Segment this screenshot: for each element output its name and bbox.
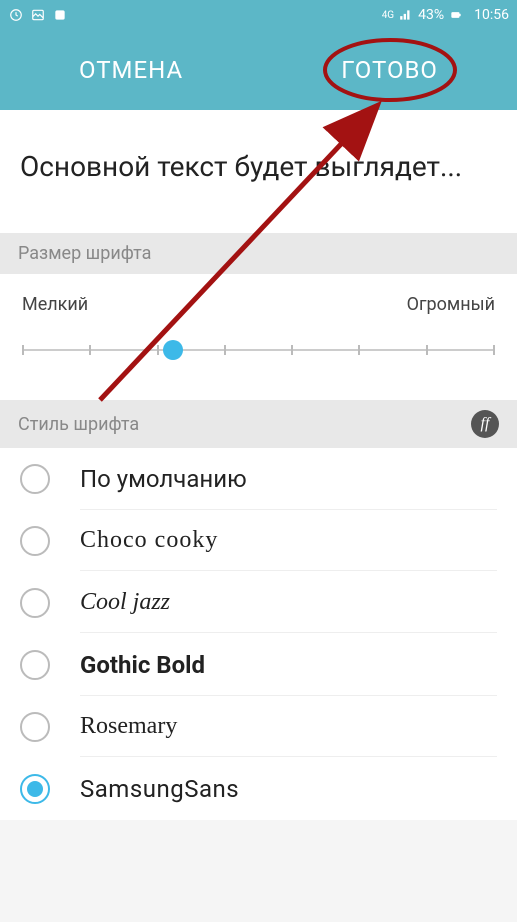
font-option[interactable]: SamsungSans xyxy=(0,758,517,820)
radio-icon xyxy=(20,464,50,494)
slider-min-label: Мелкий xyxy=(22,294,88,315)
slider-thumb[interactable] xyxy=(163,340,183,360)
font-option-label: SamsungSans xyxy=(80,775,497,819)
font-size-title: Размер шрифта xyxy=(18,243,151,264)
font-option[interactable]: Gothic Bold xyxy=(0,634,517,696)
clock-time: 10:56 xyxy=(474,7,509,23)
clock-icon xyxy=(8,7,24,23)
font-option-label: Rosemary xyxy=(80,713,497,757)
network-type-label: 4G xyxy=(382,10,394,21)
font-option[interactable]: Cool jazz xyxy=(0,572,517,634)
battery-text: 43% xyxy=(418,7,444,23)
radio-icon xyxy=(20,774,50,804)
font-list: По умолчанию Choco cooky Cool jazz Gothic B… xyxy=(0,448,517,820)
app-icon xyxy=(52,7,68,23)
font-size-section-header: Размер шрифта xyxy=(0,233,517,274)
radio-icon xyxy=(20,526,50,556)
status-bar: 4G 43% 10:56 xyxy=(0,0,517,30)
font-option[interactable]: По умолчанию xyxy=(0,448,517,510)
image-icon xyxy=(30,7,46,23)
slider-max-label: Огромный xyxy=(407,294,495,315)
font-option-label: Cool jazz xyxy=(80,589,497,633)
cancel-button[interactable]: ОТМЕНА xyxy=(59,46,203,94)
font-option-label: По умолчанию xyxy=(80,465,497,510)
font-option[interactable]: Choco cooky xyxy=(0,510,517,572)
action-bar: ОТМЕНА ГОТОВО xyxy=(0,30,517,110)
battery-icon xyxy=(448,7,464,23)
font-option-label: Gothic Bold xyxy=(80,651,497,696)
radio-icon xyxy=(20,712,50,742)
done-button[interactable]: ГОТОВО xyxy=(321,46,458,94)
font-size-slider-area: Мелкий Огромный xyxy=(0,274,517,400)
font-style-section-header: Стиль шрифта ff xyxy=(0,400,517,448)
radio-icon xyxy=(20,588,50,618)
radio-icon xyxy=(20,650,50,680)
signal-icon xyxy=(398,7,414,23)
font-option[interactable]: Rosemary xyxy=(0,696,517,758)
font-option-label: Choco cooky xyxy=(80,527,497,571)
font-style-title: Стиль шрифта xyxy=(18,414,139,435)
flipfont-icon[interactable]: ff xyxy=(471,410,499,438)
font-size-slider[interactable] xyxy=(22,340,495,360)
font-preview-text: Основной текст будет выглядет... xyxy=(0,110,517,233)
